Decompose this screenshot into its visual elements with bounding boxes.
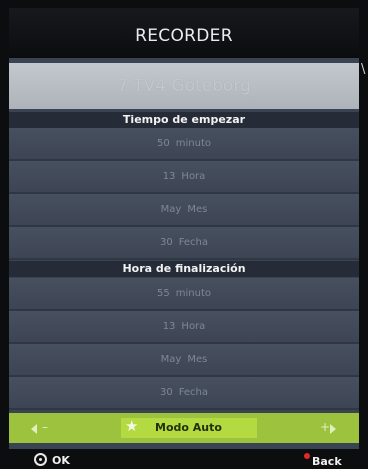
end-minute-value: 55	[157, 288, 170, 299]
ok-button-icon[interactable]	[34, 453, 47, 466]
page-title: RECORDER	[9, 8, 359, 58]
start-hour-unit: Hora	[181, 171, 206, 182]
start-time-header: Tiempo de empezar	[9, 112, 359, 128]
end-time-header: Hora de finalización	[9, 261, 359, 277]
end-month-unit: Mes	[187, 354, 208, 365]
mode-selector[interactable]: – ★ Modo Auto +	[9, 413, 359, 443]
start-month-value: May	[160, 204, 182, 215]
start-month-unit: Mes	[187, 204, 208, 215]
start-date-row[interactable]: 30 Fecha	[9, 227, 359, 260]
end-hour-unit: Hora	[181, 321, 206, 332]
start-minute-value: 50	[157, 138, 170, 149]
end-date-unit: Fecha	[178, 387, 209, 398]
end-date-row[interactable]: 30 Fecha	[9, 377, 359, 410]
end-month-value: May	[160, 354, 182, 365]
end-hour-value: 13	[162, 321, 176, 332]
end-minute-row[interactable]: 55 minuto	[9, 278, 359, 311]
start-date-unit: Fecha	[178, 237, 209, 248]
end-hour-row[interactable]: 13 Hora	[9, 311, 359, 344]
end-month-row[interactable]: May Mes	[9, 344, 359, 377]
red-button-icon[interactable]	[304, 453, 310, 459]
star-icon: ★	[125, 417, 139, 435]
plus-icon: +	[320, 420, 331, 434]
end-date-value: 30	[159, 387, 173, 398]
end-minute-unit: minuto	[175, 288, 211, 299]
ok-button-label[interactable]: OK	[52, 454, 70, 467]
start-hour-value: 13	[162, 171, 176, 182]
start-minute-unit: minuto	[175, 138, 211, 149]
arrow-right-icon[interactable]	[330, 424, 336, 434]
channel-display[interactable]: 7 TV4 Göteborg	[9, 63, 359, 109]
back-button-label[interactable]: Back	[312, 455, 342, 468]
edge-mark-icon: \	[361, 62, 366, 77]
recorder-panel: RECORDER 7 TV4 Göteborg Tiempo de empeza…	[9, 8, 359, 449]
mode-label: Modo Auto	[155, 421, 222, 434]
start-hour-row[interactable]: 13 Hora	[9, 161, 359, 194]
footer-bar: OK Back	[0, 449, 368, 469]
start-date-value: 30	[159, 237, 173, 248]
start-minute-row[interactable]: 50 minuto	[9, 128, 359, 161]
start-month-row[interactable]: May Mes	[9, 194, 359, 227]
minus-icon: –	[42, 420, 48, 434]
arrow-left-icon[interactable]	[31, 424, 37, 434]
